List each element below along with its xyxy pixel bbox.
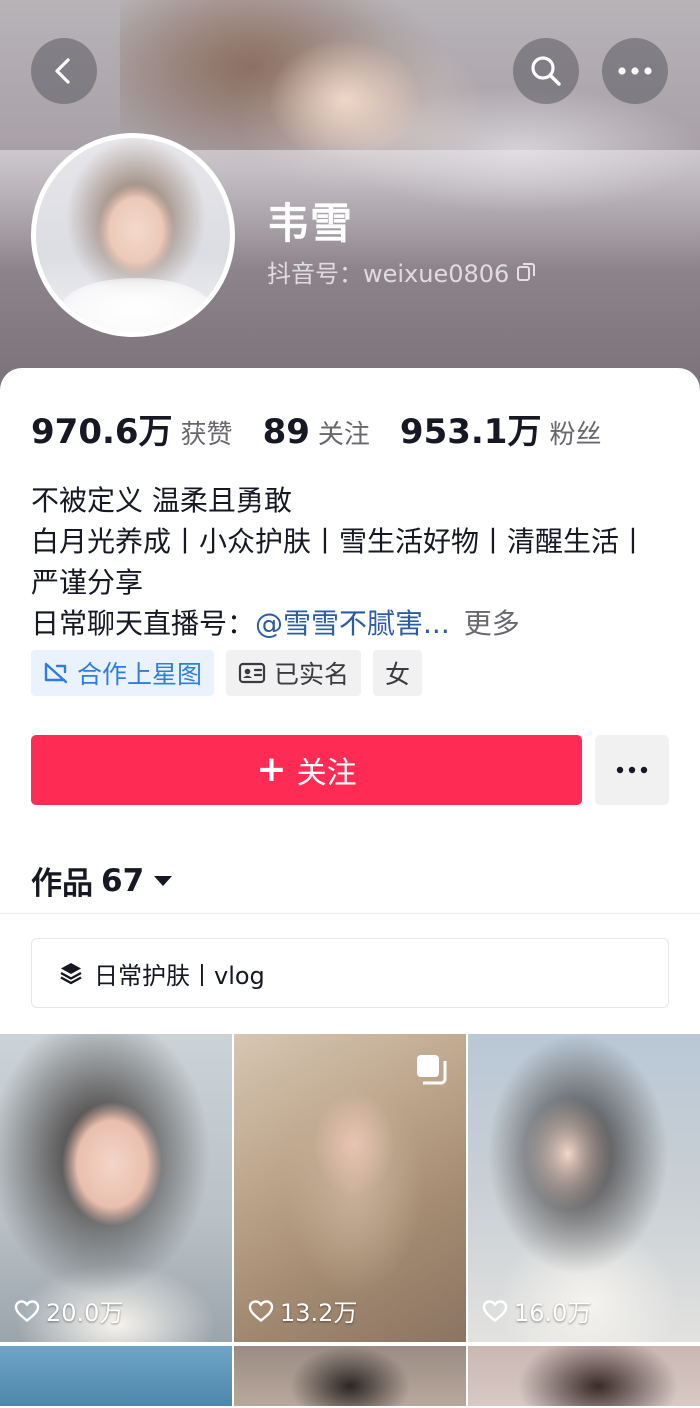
tag-verified[interactable]: 已实名 xyxy=(226,650,362,696)
video-likes: 20.0万 xyxy=(14,1293,123,1328)
collection-entry[interactable]: 日常护肤丨vlog xyxy=(31,938,669,1008)
tag-row: 合作上星图 已实名 女 xyxy=(31,650,423,696)
video-tile[interactable] xyxy=(234,1346,466,1406)
video-tile[interactable] xyxy=(468,1346,700,1406)
more-horizontal-icon xyxy=(616,766,648,774)
tab-works[interactable]: 作品 67 xyxy=(31,858,174,903)
follow-more-button[interactable] xyxy=(595,735,669,805)
bio: 不被定义 温柔且勇敢 白月光养成丨小众护肤丨雪生活好物丨清醒生活丨严谨分享 日常… xyxy=(31,480,671,644)
bio-more-link[interactable]: 更多 xyxy=(464,607,520,640)
banner-image-face xyxy=(270,40,420,160)
follow-button[interactable]: + 关注 xyxy=(31,735,582,805)
tag-label: 已实名 xyxy=(274,660,350,689)
follow-row: + 关注 xyxy=(31,735,669,805)
divider xyxy=(0,913,700,914)
video-likes: 16.0万 xyxy=(482,1293,591,1328)
heart-icon xyxy=(248,1299,274,1322)
stat-label: 粉丝 xyxy=(549,420,602,450)
stat-following[interactable]: 89 关注 xyxy=(263,412,370,452)
plus-icon: + xyxy=(256,749,287,790)
search-icon xyxy=(531,56,561,86)
douyin-id[interactable]: 抖音号：weixue0806 xyxy=(267,254,537,289)
copy-icon[interactable] xyxy=(515,261,537,283)
star-map-icon xyxy=(44,662,68,684)
profile-card: 970.6万 获赞 89 关注 953.1万 粉丝 不被定义 温柔且勇敢 白月光… xyxy=(0,368,700,1408)
more-horizontal-icon xyxy=(618,67,652,75)
works-count: 67 xyxy=(101,862,145,899)
video-tile[interactable]: 20.0万 xyxy=(0,1034,232,1342)
bio-mention-link[interactable]: @雪雪不腻害... xyxy=(255,607,450,640)
stats-row: 970.6万 获赞 89 关注 953.1万 粉丝 xyxy=(31,404,631,453)
layers-icon xyxy=(60,963,82,985)
heart-icon xyxy=(482,1299,508,1322)
video-tile[interactable]: 13.2万 xyxy=(234,1034,466,1342)
stat-label: 关注 xyxy=(317,420,370,450)
video-likes: 13.2万 xyxy=(248,1293,357,1328)
stat-likes[interactable]: 970.6万 获赞 xyxy=(31,404,233,453)
stat-value: 89 xyxy=(262,412,310,452)
id-card-icon xyxy=(238,662,266,684)
caret-down-icon xyxy=(154,875,173,886)
chevron-left-icon xyxy=(55,58,70,84)
douyin-id-text: 抖音号：weixue0806 xyxy=(267,260,510,288)
more-options-button[interactable] xyxy=(602,38,668,104)
tag-label: 合作上星图 xyxy=(77,660,203,689)
heart-icon xyxy=(14,1299,40,1322)
stat-followers[interactable]: 953.1万 粉丝 xyxy=(400,404,602,453)
video-likes-count: 16.0万 xyxy=(514,1299,592,1327)
bio-live-prefix: 日常聊天直播号： xyxy=(31,607,256,640)
video-tile[interactable] xyxy=(0,1346,232,1406)
avatar[interactable] xyxy=(31,133,235,337)
bio-line: 不被定义 温柔且勇敢 xyxy=(31,484,292,517)
avatar-feather xyxy=(61,278,211,332)
bio-line: 白月光养成丨小众护肤丨雪生活好物丨清醒生活丨严谨分享 xyxy=(31,525,648,599)
collection-label: 日常护肤丨vlog xyxy=(94,961,265,990)
video-tile[interactable]: 16.0万 xyxy=(468,1034,700,1342)
bio-line-live: 日常聊天直播号：@雪雪不腻害... 更多 xyxy=(31,603,671,644)
video-likes-count: 20.0万 xyxy=(46,1299,124,1327)
works-label: 作品 xyxy=(31,866,93,902)
tag-star-map[interactable]: 合作上星图 xyxy=(31,650,215,696)
multi-image-icon xyxy=(417,1055,447,1085)
tag-gender: 女 xyxy=(373,650,423,696)
search-button[interactable] xyxy=(513,38,579,104)
stat-value: 970.6万 xyxy=(31,412,173,452)
follow-label: 关注 xyxy=(296,756,357,791)
video-likes-count: 13.2万 xyxy=(280,1299,358,1327)
stat-label: 获赞 xyxy=(180,420,233,450)
stat-value: 953.1万 xyxy=(399,412,542,452)
tag-label: 女 xyxy=(385,660,411,689)
back-button[interactable] xyxy=(31,38,97,104)
profile-name: 韦雪 xyxy=(267,199,354,248)
